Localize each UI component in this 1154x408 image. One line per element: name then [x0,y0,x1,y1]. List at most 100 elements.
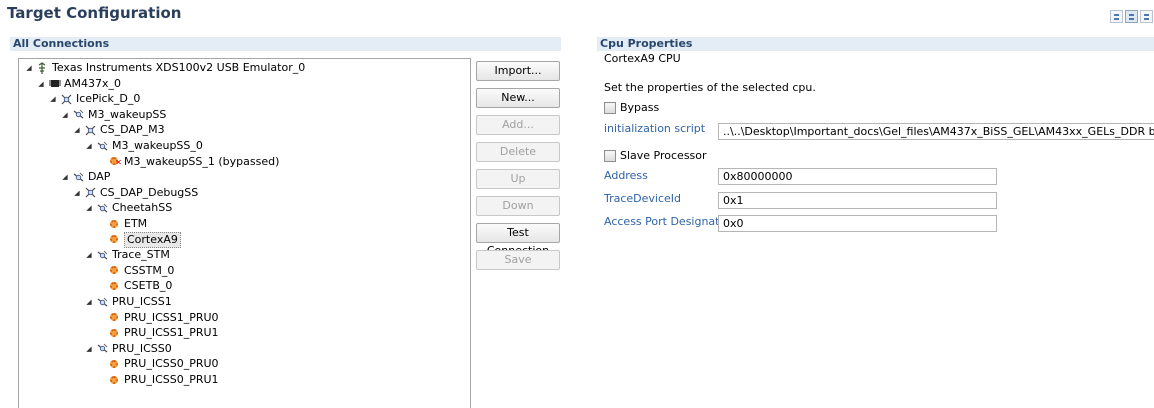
import-button[interactable]: Import... [476,61,560,81]
trace-device-id-label[interactable]: TraceDeviceId [604,192,681,205]
connections-tree[interactable]: ◢ Texas Instruments XDS100v2 USB Emulator… [18,58,471,408]
chip-icon [48,77,61,90]
tree-node[interactable]: ◢ AM437x_0 [37,77,121,91]
router-icon [60,93,73,106]
tree-node[interactable]: M3_wakeupSS_1 (bypassed) [97,154,280,170]
tree-node[interactable]: ◢ PRU_ICSS0 [85,341,172,356]
expand-toggle-icon[interactable]: ◢ [85,139,93,153]
tree-node-label: PRU_ICSS1 [112,295,172,308]
expand-toggle-icon[interactable]: ◢ [37,77,45,91]
access-port-designator-field[interactable]: 0x0 [718,215,997,232]
subpath-icon [96,342,109,355]
test-connection-button[interactable]: Test Connection [476,223,560,257]
tree-node[interactable]: ETM [97,217,147,231]
save-button[interactable]: Save [476,250,560,270]
tree-node-label: PRU_ICSS0_PRU0 [124,357,219,371]
tree-node[interactable]: CSSTM_0 [97,264,174,278]
tree-node[interactable]: PRU_ICSS1_PRU1 [97,326,219,340]
cpu-icon [108,311,121,324]
expand-toggle-icon[interactable]: ◢ [73,123,81,137]
expand-toggle-icon[interactable]: ◢ [49,92,57,106]
cpu-icon [108,264,121,277]
cpu-icon [108,327,121,340]
tree-node-label: ETM [124,217,148,230]
properties-description: Set the properties of the selected cpu. [604,81,816,94]
expand-toggle-icon[interactable]: ◢ [61,170,69,184]
tree-node-label: PRU_ICSS1_PRU0 [124,310,219,324]
all-connections-header: All Connections [10,37,561,51]
tree-node[interactable]: ◢ CS_DAP_M3 [73,123,165,137]
tree-node-label: PRU_ICSS0 [112,341,172,355]
access-port-designator-label[interactable]: Access Port Designator [604,215,731,228]
initialization-script-field[interactable]: ..\..\Desktop\Important_docs\Gel_files\A… [718,123,1154,140]
tree-node[interactable]: PRU_ICSS1_PRU0 [97,311,219,325]
bypass-checkbox[interactable] [604,102,616,114]
bypass-label: Bypass [620,101,660,114]
tree-node[interactable]: CortexA9 [97,231,181,248]
tree-node-label: M3_wakeupSS_0 [112,139,203,152]
page-title: Target Configuration [7,4,182,22]
tree-node[interactable]: ◢ CheetahSS [85,201,172,215]
subpath-icon [96,249,109,262]
delete-button[interactable]: Delete [476,142,560,162]
expand-toggle-icon[interactable]: ◢ [25,61,33,75]
router-icon [84,186,97,199]
initialization-script-label[interactable]: initialization script [604,122,705,135]
advanced-view-icon[interactable] [1140,10,1153,23]
slave-processor-checkbox[interactable] [604,150,616,162]
expand-toggle-icon[interactable]: ◢ [85,248,93,262]
cpu-icon [108,374,121,387]
cpu-properties-header: Cpu Properties [597,37,1154,51]
tree-node-label: Trace_STM [112,248,170,262]
up-button[interactable]: Up [476,169,560,189]
add-button[interactable]: Add... [476,115,560,135]
cpu-icon [108,280,121,293]
router-icon [84,124,97,137]
tree-node-label: DAP [88,170,111,184]
tree-node-label: M3_wakeupSS [88,107,167,121]
address-field[interactable]: 0x80000000 [718,168,997,185]
tree-node[interactable]: ◢ M3_wakeupSS_0 [85,139,203,153]
tree-node[interactable]: ◢ CS_DAP_DebugSS [73,186,198,200]
subpath-icon [96,296,109,309]
cpu-bypassed-icon [108,155,122,170]
subpath-icon [72,171,85,184]
subpath-icon [96,202,109,215]
tree-node-label: PRU_ICSS0_PRU1 [124,373,219,386]
emulator-icon [36,61,49,75]
tree-node[interactable]: CSETB_0 [97,279,172,293]
tree-node-label: CSETB_0 [124,279,173,293]
tree-node-label: PRU_ICSS1_PRU1 [124,326,219,340]
tree-node-label: M3_wakeupSS_1 (bypassed) [124,154,280,168]
cpu-icon [108,233,121,246]
expand-toggle-icon[interactable]: ◢ [85,342,93,356]
expand-toggle-icon[interactable]: ◢ [85,295,93,309]
subpath-icon [96,140,109,153]
down-button[interactable]: Down [476,196,560,216]
tree-node[interactable]: ◢ PRU_ICSS1 [85,295,172,309]
tree-node-label: IcePick_D_0 [76,92,141,106]
basic-view-icon[interactable] [1125,10,1138,23]
subpath-icon [72,108,85,121]
new-button[interactable]: New... [476,88,560,108]
cpu-name: CortexA9 CPU [604,52,681,65]
tree-node[interactable]: PRU_ICSS0_PRU1 [97,373,219,387]
address-label[interactable]: Address [604,169,648,182]
tree-node-label: CSSTM_0 [124,263,175,277]
expand-toggle-icon[interactable]: ◢ [61,108,69,122]
tree-node[interactable]: ◢ M3_wakeupSS [61,108,166,122]
tree-node[interactable]: ◢ DAP [61,170,110,184]
expand-toggle-icon[interactable]: ◢ [85,201,93,215]
collapse-all-icon[interactable] [1110,10,1123,23]
tree-node[interactable]: ◢ Trace_STM [85,248,170,262]
trace-device-id-field[interactable]: 0x1 [718,192,997,209]
tree-node-label: CS_DAP_DebugSS [100,185,199,199]
tree-node-label: CS_DAP_M3 [100,123,165,137]
slave-processor-label: Slave Processor [620,149,707,162]
cpu-icon [108,358,121,371]
expand-toggle-icon[interactable]: ◢ [73,186,81,200]
tree-node-label: Texas Instruments XDS100v2 USB Emulator_… [52,61,306,74]
tree-node[interactable]: ◢ IcePick_D_0 [49,92,140,106]
tree-node[interactable]: ◢ Texas Instruments XDS100v2 USB Emulator… [25,61,305,75]
tree-node[interactable]: PRU_ICSS0_PRU0 [97,357,219,371]
